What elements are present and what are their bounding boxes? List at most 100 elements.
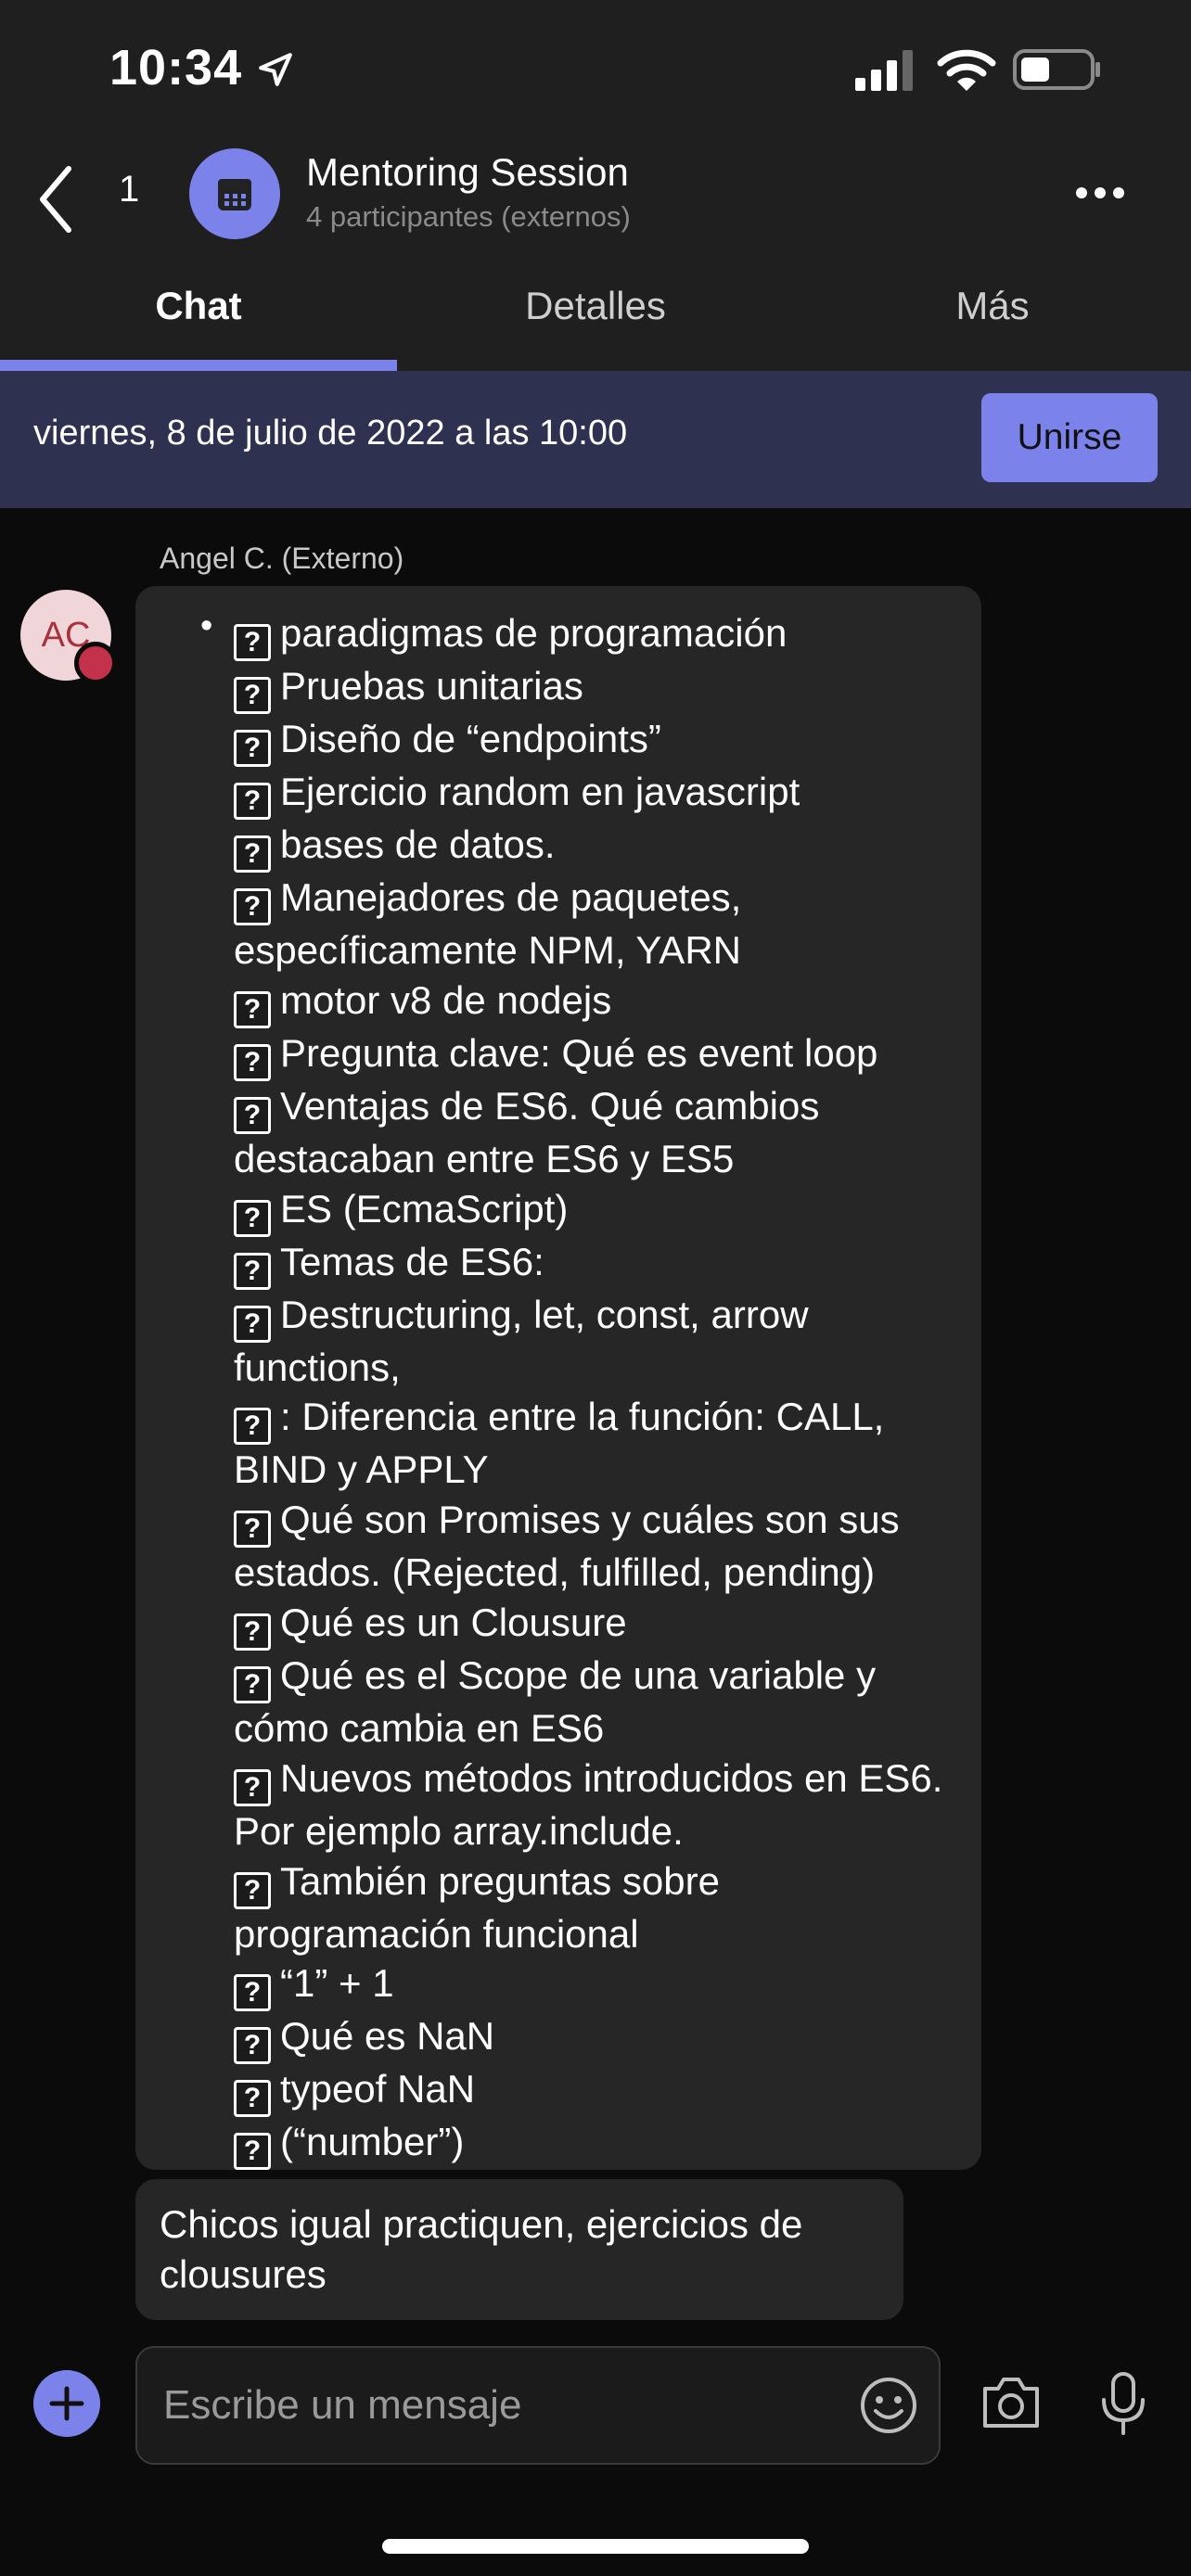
message-list-text: paradigmas de programación bbox=[280, 611, 788, 655]
message-list-item: ? Ventajas de ES6. Qué cambios destacaban… bbox=[234, 1081, 967, 1184]
message-list-text: Pregunta clave: Qué es event loop bbox=[280, 1030, 878, 1075]
location-arrow-icon bbox=[259, 53, 292, 86]
question-box-icon: ? bbox=[234, 1768, 271, 1806]
question-box-icon: ? bbox=[234, 2080, 271, 2118]
calendar-icon bbox=[218, 179, 251, 210]
question-box-icon: ? bbox=[234, 1974, 271, 2012]
wifi-icon bbox=[937, 49, 996, 91]
chat-title[interactable]: Mentoring Session bbox=[306, 150, 629, 195]
message-bubble[interactable]: • ? paradigmas de programación? Pruebas un… bbox=[135, 586, 981, 2171]
message-list-text: ES (EcmaScript) bbox=[280, 1186, 569, 1231]
bullet-point: • bbox=[200, 606, 213, 645]
question-box-icon: ? bbox=[234, 1665, 271, 1703]
message-list-item: ? Temas de ES6: bbox=[234, 1237, 967, 1290]
unread-count[interactable]: 1 bbox=[119, 169, 139, 210]
active-tab-indicator bbox=[0, 360, 397, 371]
message-list-item: ? paradigmas de programación bbox=[234, 608, 967, 661]
chat-header: 1 Mentoring Session 4 participantes (ext… bbox=[0, 139, 1191, 371]
message-list-item: ? typeof NaN bbox=[234, 2064, 967, 2118]
question-box-icon: ? bbox=[234, 1408, 271, 1446]
message-list-text: Qué son Promises y cuáles son sus estado… bbox=[234, 1498, 900, 1595]
message-list-text: Diseño de “endpoints” bbox=[280, 717, 661, 760]
message-list-text: Nuevos métodos introducidos en ES6. Por … bbox=[234, 1755, 943, 1853]
message-list-item: ? Nuevos métodos introducidos en ES6. Por… bbox=[234, 1753, 967, 1856]
presence-busy-icon bbox=[74, 642, 117, 684]
message-list-item: ? Ejercicio random en javascript bbox=[234, 767, 967, 820]
emoji-icon[interactable] bbox=[859, 2376, 918, 2435]
tab-chat[interactable]: Chat bbox=[0, 278, 397, 371]
tab-details[interactable]: Detalles bbox=[397, 278, 794, 371]
question-box-icon: ? bbox=[234, 624, 271, 661]
message-list-text: Qué es NaN bbox=[280, 2014, 495, 2059]
question-box-icon: ? bbox=[234, 2133, 271, 2171]
message-list-text: “1” + 1 bbox=[280, 1961, 394, 2006]
message-list-item: ? ES (EcmaScript) bbox=[234, 1184, 967, 1237]
participants-subtitle: 4 participantes (externos) bbox=[306, 200, 631, 233]
message-list: ? paradigmas de programación? Pruebas unit… bbox=[234, 608, 967, 2171]
message-list-text: Manejadores de paquetes, específicamente… bbox=[234, 875, 742, 972]
join-button[interactable]: Unirse bbox=[981, 393, 1158, 482]
question-box-icon: ? bbox=[234, 1871, 271, 1909]
message-list-item: ? Diseño de “endpoints” bbox=[234, 714, 967, 767]
question-box-icon: ? bbox=[234, 990, 271, 1028]
battery-icon bbox=[1013, 49, 1100, 90]
question-box-icon: ? bbox=[234, 1305, 271, 1343]
meeting-avatar bbox=[189, 148, 280, 239]
meeting-date: viernes, 8 de julio de 2022 a las 10:00 bbox=[33, 414, 628, 453]
message-list-item: ? Qué es el Scope de una variable y cómo … bbox=[234, 1651, 967, 1753]
question-box-icon: ? bbox=[234, 1096, 271, 1134]
message-list-item: ? (“number”) bbox=[234, 2117, 967, 2171]
question-box-icon: ? bbox=[234, 677, 271, 714]
question-box-icon: ? bbox=[234, 2027, 271, 2065]
message-list-item: ? Qué son Promises y cuáles son sus estad… bbox=[234, 1495, 967, 1598]
microphone-icon[interactable] bbox=[1096, 2370, 1150, 2437]
message-list-item: ? “1” + 1 bbox=[234, 1958, 967, 2012]
question-box-icon: ? bbox=[234, 1043, 271, 1081]
message-list-text: Ventajas de ES6. Qué cambios destacaban … bbox=[234, 1083, 820, 1180]
message-list-item: ? Manejadores de paquetes, específicament… bbox=[234, 873, 967, 976]
message-list-text: Destructuring, let, const, arrow functio… bbox=[234, 1292, 809, 1389]
message-list-item: ? Pruebas unitarias bbox=[234, 661, 967, 714]
message-list-text: motor v8 de nodejs bbox=[280, 977, 612, 1022]
home-indicator bbox=[382, 2539, 809, 2554]
question-box-icon: ? bbox=[234, 888, 271, 925]
message-list-text: Qué es el Scope de una variable y cómo c… bbox=[234, 1652, 877, 1750]
message-list-item: ? bases de datos. bbox=[234, 820, 967, 873]
message-list-text: Ejercicio random en javascript bbox=[280, 770, 800, 813]
back-chevron-icon[interactable] bbox=[33, 161, 80, 237]
message-list-item: ? Pregunta clave: Qué es event loop bbox=[234, 1028, 967, 1081]
message-list-text: (“number”) bbox=[280, 2120, 465, 2164]
message-list-item: ?: Diferencia entre la función: CALL, BI… bbox=[234, 1392, 967, 1495]
message-list-item: ? También preguntas sobre programación fu… bbox=[234, 1856, 967, 1959]
more-options-icon[interactable] bbox=[1074, 184, 1126, 202]
message-list-item: ? Qué es NaN bbox=[234, 2011, 967, 2065]
question-box-icon: ? bbox=[234, 1511, 271, 1549]
cellular-signal-icon bbox=[855, 50, 913, 91]
message-list-text: Temas de ES6: bbox=[280, 1239, 544, 1283]
message-input[interactable] bbox=[161, 2372, 814, 2439]
question-box-icon: ? bbox=[234, 1613, 271, 1651]
message-list-text: Qué es un Clousure bbox=[280, 1600, 627, 1644]
message-list-text: typeof NaN bbox=[280, 2067, 476, 2111]
message-text: Chicos igual practiquen, ejercicios de c… bbox=[160, 2202, 803, 2296]
meeting-banner: viernes, 8 de julio de 2022 a las 10:00 … bbox=[0, 371, 1191, 508]
message-bubble[interactable]: Chicos igual practiquen, ejercicios de c… bbox=[135, 2179, 903, 2320]
question-box-icon: ? bbox=[234, 1252, 271, 1290]
camera-icon[interactable] bbox=[980, 2374, 1043, 2431]
message-list-item: ? Qué es un Clousure bbox=[234, 1598, 967, 1651]
question-box-icon: ? bbox=[234, 730, 271, 767]
message-list-text: : Diferencia entre la función: CALL, BIN… bbox=[234, 1395, 885, 1492]
tab-bar: Chat Detalles Más bbox=[0, 278, 1191, 371]
question-box-icon: ? bbox=[234, 783, 271, 820]
status-time: 10:34 bbox=[109, 40, 243, 96]
message-list-item: ? Destructuring, let, const, arrow functi… bbox=[234, 1290, 967, 1393]
message-list-item: ? motor v8 de nodejs bbox=[234, 976, 967, 1028]
question-box-icon: ? bbox=[234, 1199, 271, 1237]
message-list-text: bases de datos. bbox=[280, 823, 556, 866]
status-bar: 10:34 bbox=[0, 0, 1191, 139]
message-list-text: Pruebas unitarias bbox=[280, 664, 583, 708]
add-plus-icon[interactable] bbox=[33, 2370, 100, 2437]
sender-name: Angel C. (Externo) bbox=[160, 542, 404, 575]
compose-box bbox=[135, 2346, 941, 2465]
tab-more[interactable]: Más bbox=[794, 278, 1191, 371]
